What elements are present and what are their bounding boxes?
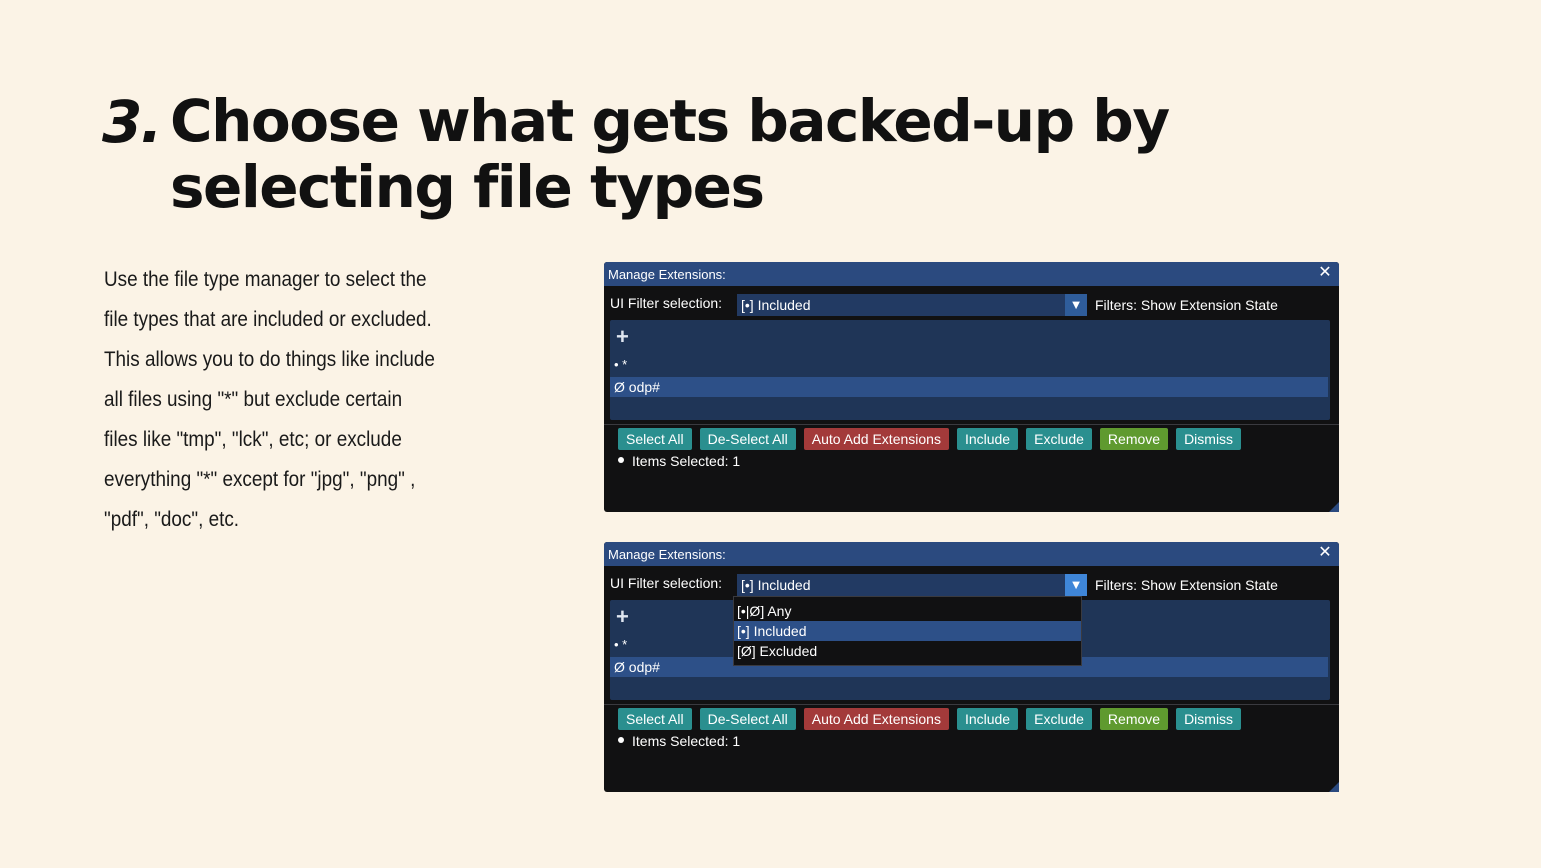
dropdown-option-any[interactable]: [•|Ø] Any — [734, 601, 1081, 621]
filter-select-value: [•] Included — [741, 297, 811, 313]
description-line: file types that are included or excluded… — [104, 308, 432, 331]
button-row: Select All De-Select All Auto Add Extens… — [618, 428, 1242, 450]
filter-select[interactable]: [•] Included ▼ — [737, 574, 1087, 596]
description-line: This allows you to do things like includ… — [104, 348, 435, 371]
status-line: Items Selected: 1 — [618, 453, 740, 469]
description-line: files like "tmp", "lck", etc; or exclude — [104, 428, 402, 451]
description-line: all files using "*" but exclude certain — [104, 388, 403, 411]
remove-button[interactable]: Remove — [1099, 428, 1169, 450]
divider — [604, 424, 1339, 425]
triangle-down-icon[interactable]: ▼ — [1065, 574, 1087, 596]
filter-state-label: Filters: Show Extension State — [1095, 577, 1278, 593]
filter-dropdown-menu: [•|Ø] Any [•] Included [Ø] Excluded — [733, 596, 1082, 666]
select-all-button[interactable]: Select All — [618, 428, 692, 450]
divider — [604, 704, 1339, 705]
filter-select-value: [•] Included — [741, 577, 811, 593]
description-line: Use the file type manager to select the — [104, 268, 427, 291]
title-line-1: Choose what gets backed-up by — [170, 87, 1170, 155]
exclude-button[interactable]: Exclude — [1026, 428, 1092, 450]
filter-select[interactable]: [•] Included ▼ — [737, 294, 1087, 316]
triangle-down-icon[interactable]: ▼ — [1065, 294, 1087, 316]
extension-list: + • * Ø odp# — [610, 320, 1330, 420]
include-button[interactable]: Include — [956, 428, 1019, 450]
auto-add-extensions-button[interactable]: Auto Add Extensions — [803, 428, 949, 450]
filter-label: UI Filter selection: — [610, 295, 723, 311]
window-titlebar[interactable]: Manage Extensions: ✕ — [604, 262, 1339, 286]
resize-grip-icon[interactable] — [1329, 782, 1339, 792]
dropdown-option-included[interactable]: [•] Included — [734, 621, 1081, 641]
deselect-all-button[interactable]: De-Select All — [699, 708, 796, 730]
list-item[interactable]: • * — [614, 637, 627, 652]
bullet-icon — [618, 737, 624, 744]
slide-title: 3. Choose what gets backed-up by selecti… — [102, 88, 1252, 220]
bullet-icon — [618, 457, 624, 464]
plus-icon[interactable]: + — [616, 326, 629, 348]
filter-label: UI Filter selection: — [610, 575, 723, 591]
deselect-all-button[interactable]: De-Select All — [699, 428, 796, 450]
close-icon[interactable]: ✕ — [1317, 545, 1333, 561]
remove-button[interactable]: Remove — [1099, 708, 1169, 730]
plus-icon[interactable]: + — [616, 606, 629, 628]
auto-add-extensions-button[interactable]: Auto Add Extensions — [803, 708, 949, 730]
title-number: 3. — [102, 88, 162, 156]
filter-state-label: Filters: Show Extension State — [1095, 297, 1278, 313]
manage-extensions-window: Manage Extensions: ✕ UI Filter selection… — [604, 262, 1339, 512]
title-line-2: selecting file types — [170, 153, 765, 221]
button-row: Select All De-Select All Auto Add Extens… — [618, 708, 1242, 730]
description: Use the file type manager to select the … — [104, 260, 482, 540]
dismiss-button[interactable]: Dismiss — [1176, 708, 1242, 730]
description-line: "pdf", "doc", etc. — [104, 508, 240, 531]
description-line: everything "*" except for "jpg", "png" , — [104, 468, 416, 491]
window-titlebar[interactable]: Manage Extensions: ✕ — [604, 542, 1339, 566]
resize-grip-icon[interactable] — [1329, 502, 1339, 512]
window-title: Manage Extensions: — [608, 546, 726, 562]
dismiss-button[interactable]: Dismiss — [1176, 428, 1242, 450]
filter-row: UI Filter selection: [•] Included ▼ Filt… — [610, 294, 1339, 318]
list-item[interactable]: • * — [614, 357, 627, 372]
exclude-button[interactable]: Exclude — [1026, 708, 1092, 730]
window-title: Manage Extensions: — [608, 266, 726, 282]
close-icon[interactable]: ✕ — [1317, 265, 1333, 281]
filter-row: UI Filter selection: [•] Included ▼ Filt… — [610, 574, 1339, 598]
manage-extensions-window-dropdown-open: Manage Extensions: ✕ UI Filter selection… — [604, 542, 1339, 792]
select-all-button[interactable]: Select All — [618, 708, 692, 730]
title-text: Choose what gets backed-up by selecting … — [170, 87, 1170, 221]
list-item-selected[interactable]: Ø odp# — [610, 377, 1328, 397]
status-line: Items Selected: 1 — [618, 733, 740, 749]
items-selected-text: Items Selected: 1 — [632, 453, 741, 469]
items-selected-text: Items Selected: 1 — [632, 733, 741, 749]
include-button[interactable]: Include — [956, 708, 1019, 730]
dropdown-option-excluded[interactable]: [Ø] Excluded — [734, 641, 1081, 661]
